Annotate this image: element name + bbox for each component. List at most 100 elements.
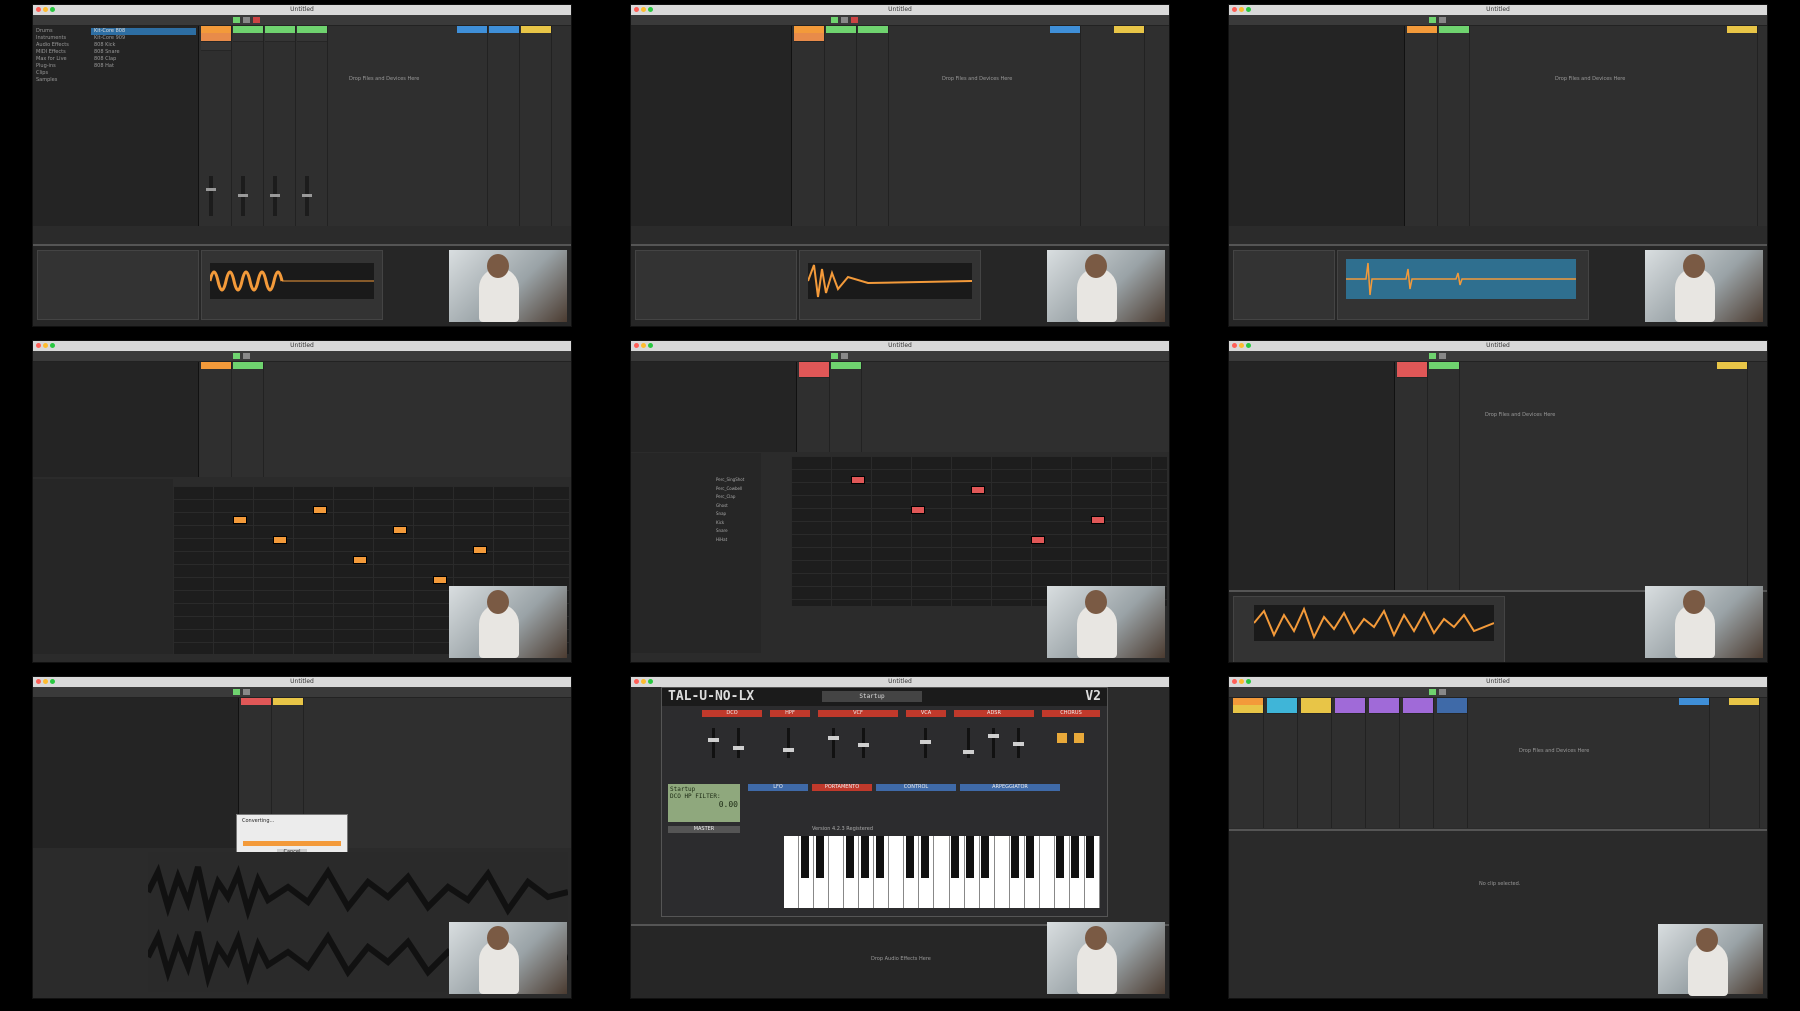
clip-slot[interactable] (233, 33, 263, 42)
track-header[interactable] (273, 698, 303, 705)
master-track-header[interactable] (1114, 26, 1144, 33)
drum-lane-label[interactable]: Snap (716, 510, 786, 519)
chorus-2-button[interactable] (1074, 733, 1084, 743)
midi-note[interactable] (313, 506, 327, 514)
simpler-device[interactable] (1233, 596, 1505, 662)
vca-slider[interactable] (920, 728, 931, 758)
play-button[interactable] (233, 353, 240, 359)
midi-note[interactable] (1091, 516, 1105, 524)
track-header[interactable] (1439, 26, 1469, 33)
clip-slot[interactable] (1369, 705, 1399, 714)
clip-slot[interactable] (1267, 705, 1297, 714)
track-header[interactable] (858, 26, 888, 33)
track-header[interactable] (794, 26, 824, 33)
browser-category[interactable]: Plug-ins (33, 63, 88, 70)
clip-slot[interactable] (799, 369, 829, 378)
browser-category[interactable]: Clips (33, 70, 88, 77)
stop-button[interactable] (841, 353, 848, 359)
drum-lane-label[interactable]: Perc_SingShot (716, 476, 786, 485)
return-track-header[interactable] (457, 26, 487, 33)
keyboard[interactable] (784, 836, 1100, 908)
track-header[interactable] (201, 362, 231, 369)
stop-button[interactable] (243, 689, 250, 695)
play-button[interactable] (233, 689, 240, 695)
drum-lane-label[interactable]: HiHat (716, 536, 786, 545)
master-track-header[interactable] (521, 26, 551, 33)
track-header[interactable] (1335, 698, 1365, 705)
track-header[interactable] (1267, 698, 1297, 705)
track-header[interactable] (233, 26, 263, 33)
play-button[interactable] (1429, 689, 1436, 695)
track-header[interactable] (1429, 362, 1459, 369)
track-header[interactable] (201, 26, 231, 33)
dco-slider[interactable] (708, 728, 719, 758)
browser-file[interactable]: 808 Hat (91, 63, 196, 70)
return-track-header[interactable] (1679, 698, 1709, 705)
track-header[interactable] (1233, 698, 1263, 705)
drum-lane-label[interactable]: Snare (716, 527, 786, 536)
midi-note[interactable] (393, 526, 407, 534)
preset-selector[interactable]: Startup (822, 691, 922, 702)
record-button[interactable] (253, 17, 260, 23)
volume-fader[interactable] (238, 176, 248, 216)
play-button[interactable] (831, 353, 838, 359)
browser-file[interactable]: 808 Kick (91, 42, 196, 49)
track-header[interactable] (241, 698, 271, 705)
track-header[interactable] (1407, 26, 1437, 33)
vcf-slider[interactable] (828, 728, 839, 758)
track-header[interactable] (1369, 698, 1399, 705)
clip-slot[interactable] (265, 33, 295, 42)
track-header[interactable] (297, 26, 327, 33)
clip-slot[interactable] (201, 33, 231, 42)
vcf-slider[interactable] (858, 728, 869, 758)
drum-rack-device[interactable] (635, 250, 797, 320)
track-header[interactable] (1437, 698, 1467, 705)
drum-rack-device[interactable] (37, 250, 199, 320)
track-header[interactable] (799, 362, 829, 369)
stop-button[interactable] (1439, 17, 1446, 23)
browser-category[interactable]: Max for Live (33, 56, 88, 63)
midi-note[interactable] (911, 506, 925, 514)
play-button[interactable] (1429, 17, 1436, 23)
clip-slot[interactable] (1301, 705, 1331, 714)
clip-slot[interactable] (297, 33, 327, 42)
track-header[interactable] (826, 26, 856, 33)
play-button[interactable] (1429, 353, 1436, 359)
midi-note-editor[interactable] (791, 456, 1167, 606)
browser-file[interactable]: 808 Snare (91, 49, 196, 56)
midi-note[interactable] (233, 516, 247, 524)
stop-button[interactable] (841, 17, 848, 23)
browser-file[interactable]: 808 Clap (91, 56, 196, 63)
drum-rack-device[interactable] (1233, 250, 1335, 320)
browser-category[interactable]: Audio Effects (33, 42, 88, 49)
browser-file[interactable]: Kit-Core 909 (91, 35, 196, 42)
midi-note[interactable] (473, 546, 487, 554)
track-header[interactable] (1301, 698, 1331, 705)
drum-lane-label[interactable]: Ghost (716, 502, 786, 511)
browser-category[interactable]: Samples (33, 77, 88, 84)
sampler-device[interactable] (201, 250, 383, 320)
clip-slot[interactable] (1233, 705, 1263, 714)
volume-fader[interactable] (302, 176, 312, 216)
volume-fader[interactable] (270, 176, 280, 216)
browser-category[interactable]: Drums (33, 28, 88, 35)
chorus-1-button[interactable] (1057, 733, 1067, 743)
volume-fader[interactable] (206, 176, 216, 216)
adsr-slider[interactable] (1013, 728, 1024, 758)
browser-category[interactable]: Instruments (33, 35, 88, 42)
track-header[interactable] (1403, 698, 1433, 705)
record-button[interactable] (851, 17, 858, 23)
midi-note[interactable] (1031, 536, 1045, 544)
clip-slot[interactable] (1437, 705, 1467, 714)
stop-button[interactable] (1439, 353, 1446, 359)
master-track-header[interactable] (1727, 26, 1757, 33)
return-track-header[interactable] (1050, 26, 1080, 33)
stop-button[interactable] (1439, 689, 1446, 695)
midi-note[interactable] (353, 556, 367, 564)
clip-slot[interactable] (1335, 705, 1365, 714)
browser-file[interactable]: Kit-Core 808 (91, 28, 196, 35)
clip-slot[interactable] (1403, 705, 1433, 714)
return-track-header[interactable] (489, 26, 519, 33)
midi-note[interactable] (851, 476, 865, 484)
master-track-header[interactable] (1729, 698, 1759, 705)
